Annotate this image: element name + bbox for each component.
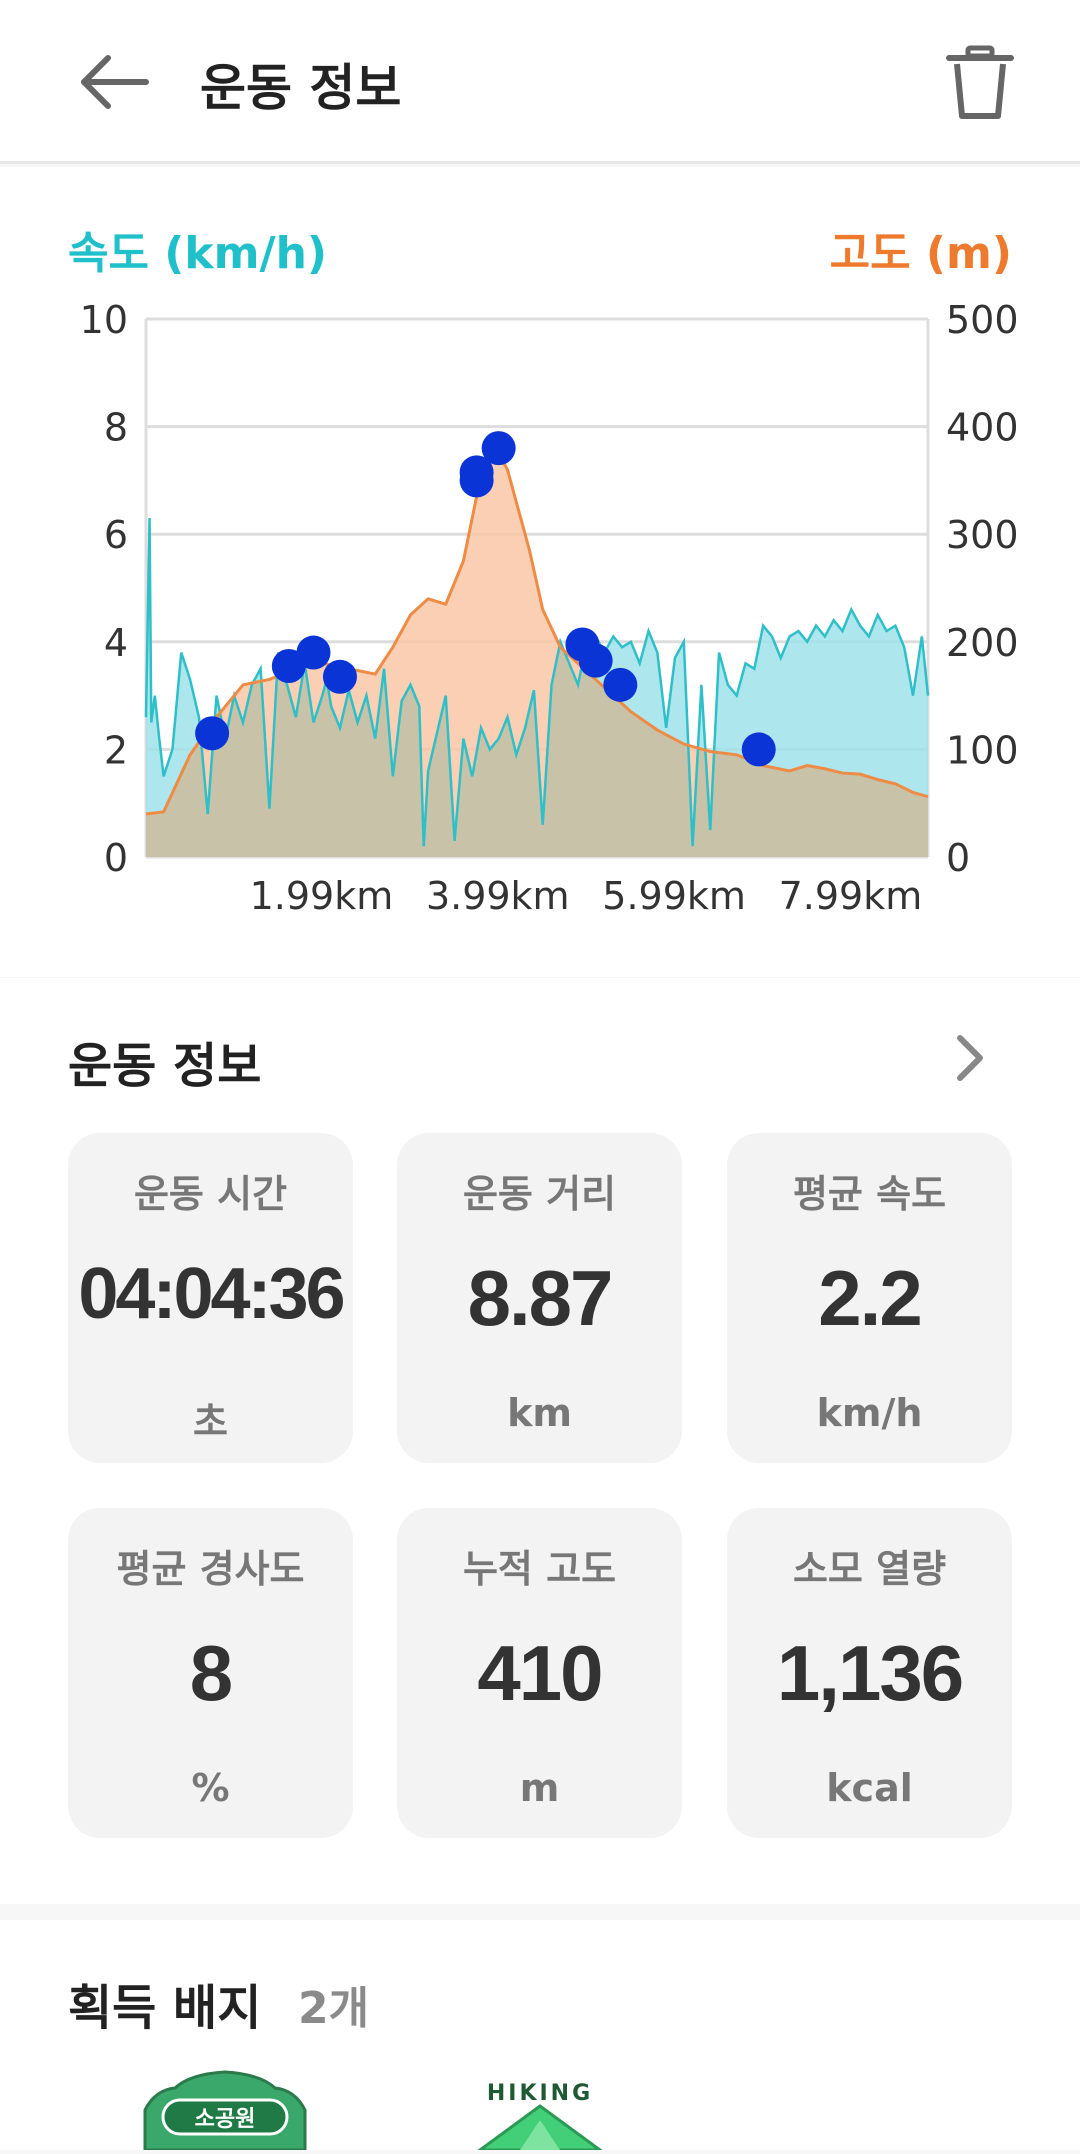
stat-label: 소모 열량 [792, 1547, 947, 1591]
stat-unit: km/h [816, 1391, 923, 1435]
stat-unit: m [519, 1766, 560, 1810]
route-marker [195, 716, 230, 751]
stat-tile-elevation-gain: 누적 고도 410 m [397, 1508, 682, 1838]
route-marker [741, 732, 776, 767]
stat-value: 8 [189, 1629, 233, 1717]
stat-tile-distance: 운동 거리 8.87 km [397, 1133, 682, 1463]
left-axis-tick-label: 0 [104, 836, 128, 880]
stat-tile-avg-speed: 평균 속도 2.2 km/h [727, 1133, 1012, 1463]
route-marker [322, 659, 357, 694]
stat-label: 평균 경사도 [116, 1547, 305, 1591]
x-axis-tick-label: 5.99km [602, 874, 746, 918]
route-marker [603, 667, 638, 702]
left-axis-tick-label: 2 [104, 728, 128, 772]
back-button[interactable] [70, 40, 160, 124]
earned-badges-section: 획득 배지 2개 소공원 HIKING [0, 1920, 1080, 2152]
badges-count: 2개 [298, 1983, 370, 2034]
workout-detail-button[interactable] [930, 1018, 1010, 1098]
trash-icon [946, 45, 1014, 119]
left-axis-tick-label: 4 [104, 621, 128, 665]
right-axis-tick-label: 300 [946, 513, 1019, 557]
left-axis-tick-label: 6 [104, 513, 128, 557]
stat-value: 1,136 [776, 1629, 964, 1717]
delete-button[interactable] [935, 38, 1025, 128]
stat-value: 410 [477, 1629, 603, 1717]
right-axis-tick-label: 100 [946, 728, 1019, 772]
left-axis-tick-label: 10 [80, 298, 128, 342]
speed-altitude-chart[interactable]: 024681001002003004005001.99km 3.99km 5.99k… [0, 167, 1080, 977]
right-axis-tick-label: 0 [946, 836, 970, 880]
stat-tile-duration: 운동 시간 04:04:36 초 [68, 1133, 353, 1463]
right-axis-tick-label: 400 [946, 406, 1019, 450]
x-axis-tick-label: 7.99km [779, 874, 923, 918]
app-header: 운동 정보 [0, 0, 1080, 164]
stat-label: 평균 속도 [792, 1172, 947, 1216]
route-marker [296, 635, 331, 670]
workout-info-section: 운동 정보 운동 시간 04:04:36 초 운동 거리 8.87 km 평균 … [0, 978, 1080, 1904]
badge-hiking[interactable]: HIKING [460, 2080, 620, 2154]
park-badge-icon: 소공원 [143, 2070, 307, 2152]
stat-label: 누적 고도 [462, 1547, 617, 1591]
stat-unit: km [507, 1391, 572, 1435]
section-title: 운동 정보 [68, 1038, 262, 1094]
stat-unit: 초 [193, 1400, 228, 1444]
x-axis-tick-label: 3.99km [426, 874, 570, 918]
stat-label: 운동 거리 [462, 1172, 617, 1216]
stat-unit: % [191, 1766, 230, 1810]
stat-value: 04:04:36 [78, 1254, 345, 1334]
park-badge-text: 소공원 [195, 2107, 256, 2132]
right-axis-tick-label: 200 [946, 621, 1019, 665]
page-title: 운동 정보 [200, 59, 402, 117]
stat-value: 2.2 [818, 1254, 922, 1342]
left-axis-tick-label: 8 [104, 406, 128, 450]
stat-tile-calories: 소모 열량 1,136 kcal [727, 1508, 1012, 1838]
arrow-left-icon [81, 55, 149, 109]
hiking-badge-icon: HIKING [475, 2081, 605, 2152]
speed-altitude-chart-card: 속도 (km/h) 고도 (m) 0 2 4 6 8 10 0 100 200 300 400 500… [0, 167, 1080, 977]
chevron-right-icon [957, 1035, 983, 1081]
stat-unit: kcal [826, 1766, 913, 1810]
stat-value: 8.87 [467, 1254, 614, 1342]
x-axis-tick-label: 1.99km [250, 874, 394, 918]
route-marker [481, 431, 516, 466]
badges-title: 획득 배지 [68, 1980, 262, 2036]
stat-tile-avg-slope: 평균 경사도 8 % [68, 1508, 353, 1838]
hiking-badge-text: HIKING [487, 2081, 593, 2106]
badge-park[interactable]: 소공원 [135, 2070, 315, 2154]
stat-label: 운동 시간 [133, 1172, 288, 1216]
right-axis-tick-label: 500 [946, 298, 1019, 342]
route-marker [578, 643, 613, 678]
